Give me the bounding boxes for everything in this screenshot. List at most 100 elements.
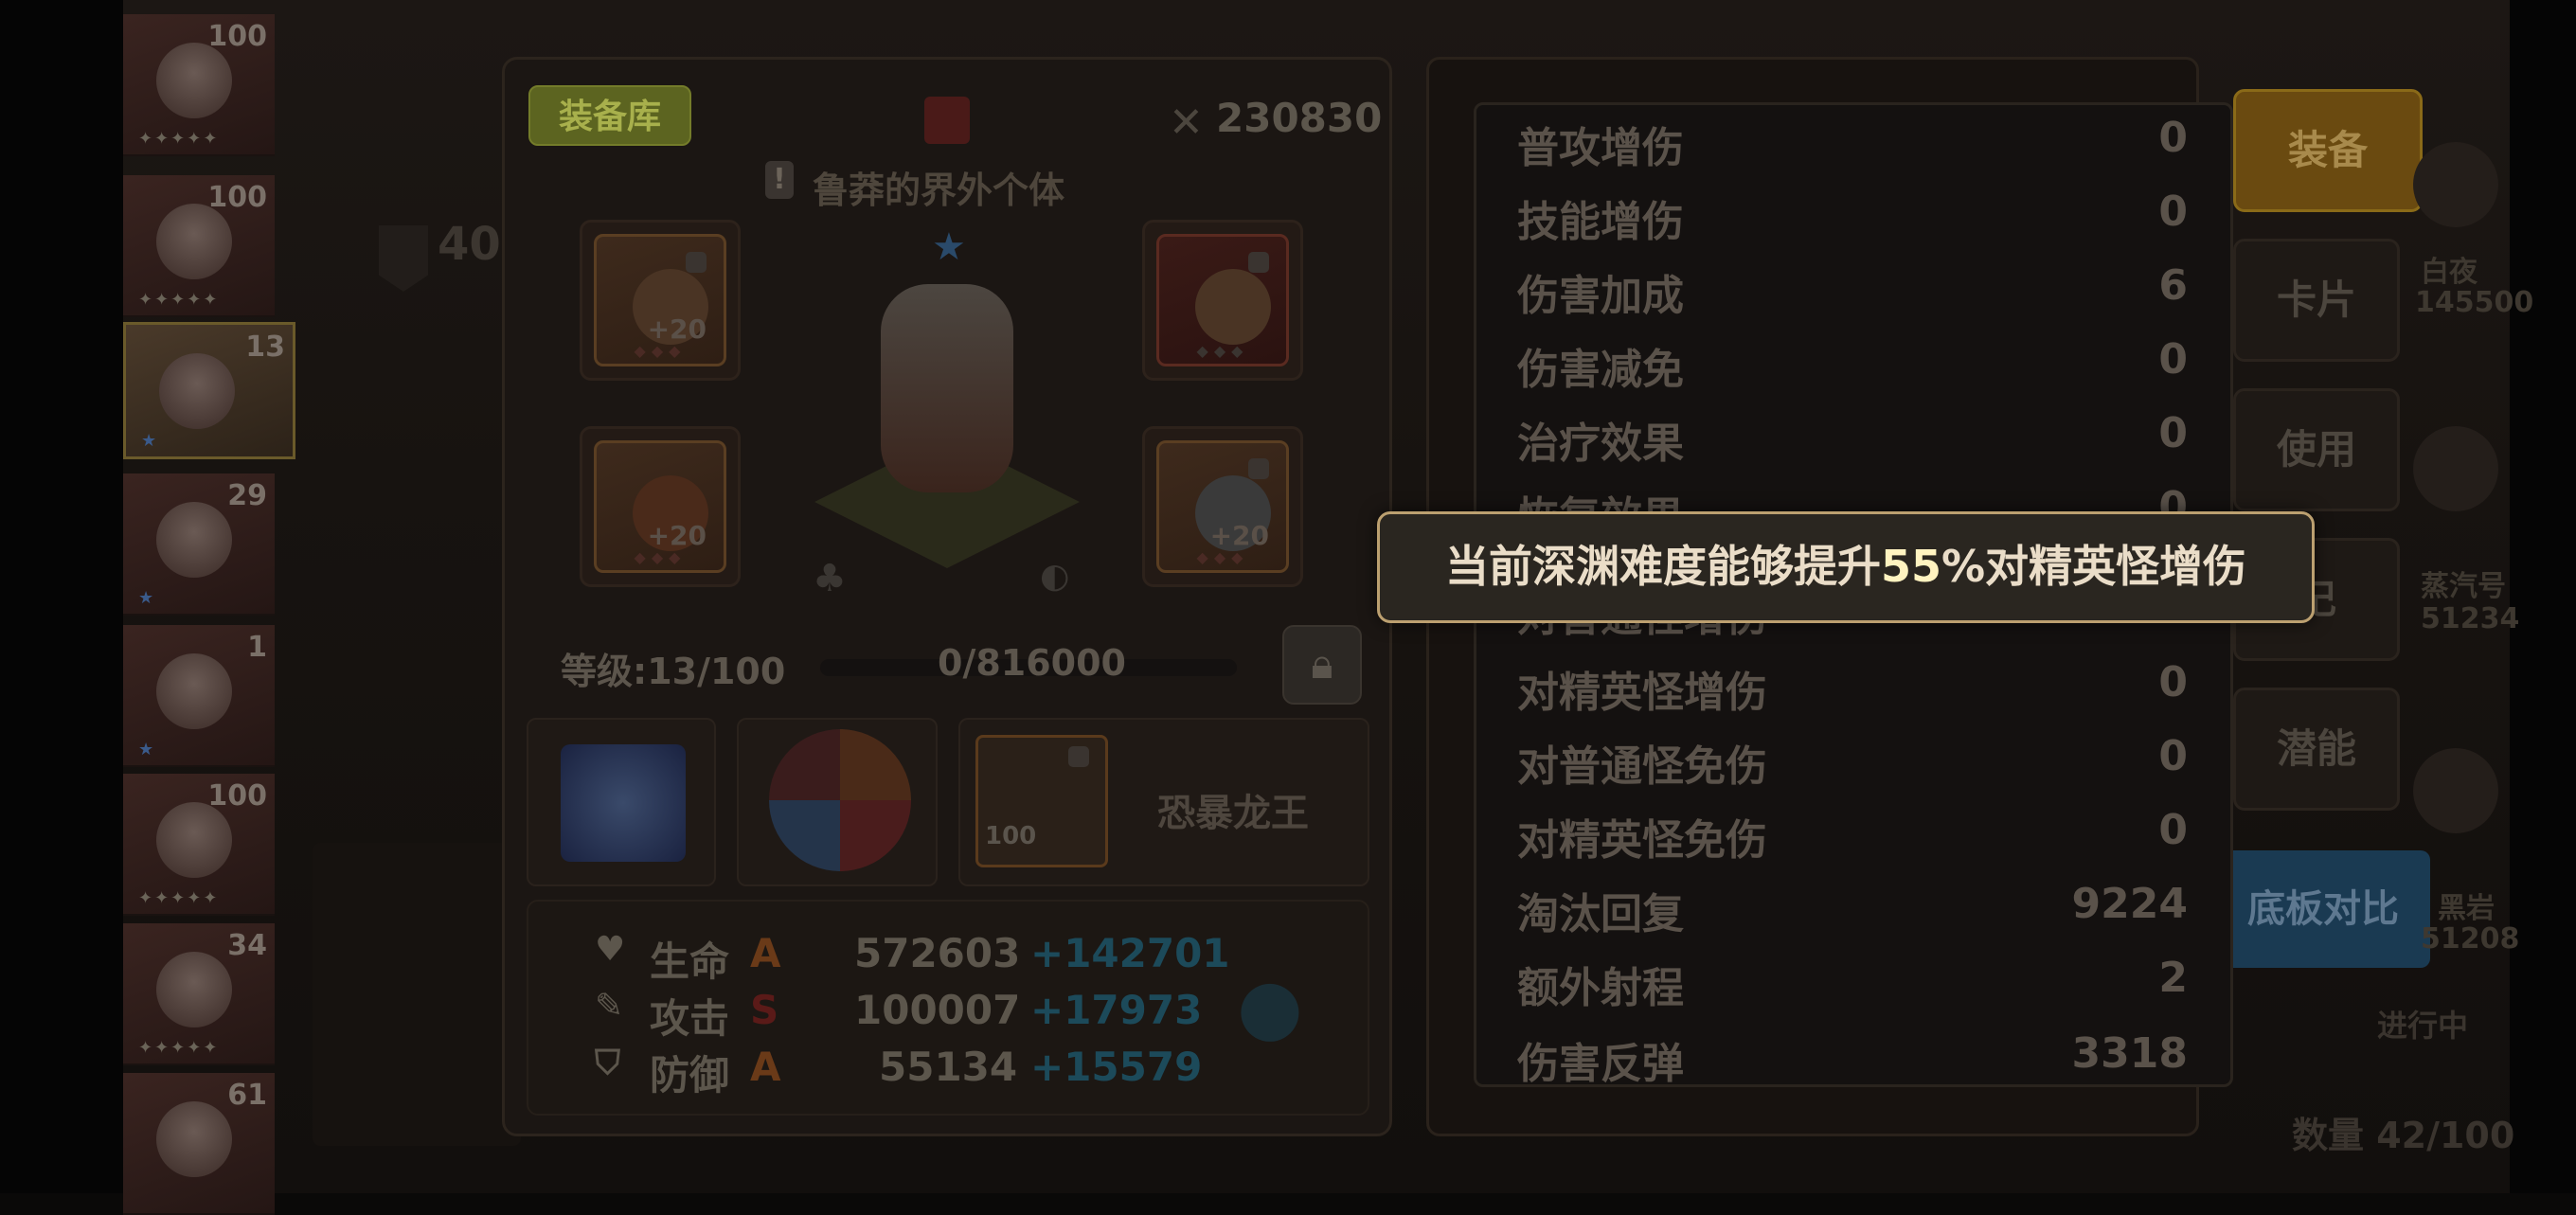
hero-slot[interactable]: 1 ★ xyxy=(123,625,275,767)
avatar[interactable] xyxy=(2413,426,2498,511)
hero-model[interactable] xyxy=(881,284,1013,492)
tooltip-suffix: %对精英怪增伤 xyxy=(1941,541,2247,592)
hero-slot[interactable]: 61 xyxy=(123,1073,275,1215)
attribute-label: 额外射程 xyxy=(1517,964,1684,1012)
card-level: 100 xyxy=(985,822,1037,850)
hero-slot[interactable]: 100 ✦✦✦✦✦ xyxy=(123,175,275,317)
tab-card[interactable]: 卡片 xyxy=(2233,239,2400,362)
right-item-name: 白夜 xyxy=(2421,256,2478,289)
star-icon: ★ xyxy=(932,225,966,269)
rank-number: 40 xyxy=(438,218,501,271)
ring-icon xyxy=(1195,269,1271,345)
stat-grade: A xyxy=(750,930,781,976)
attribute-value: 0 xyxy=(2158,732,2188,780)
hero-slot[interactable]: 100 ✦✦✦✦✦ xyxy=(123,14,275,156)
element-wheel-icon xyxy=(769,729,911,871)
rank-badge-icon[interactable]: ♣ xyxy=(813,557,847,600)
attribute-row: 治疗效果 0 xyxy=(1517,409,2188,468)
stat-bonus: +142701 xyxy=(1030,930,1230,976)
hero-level: 61 xyxy=(227,1079,267,1112)
attribute-value: 2 xyxy=(2158,954,2188,1002)
lock-icon xyxy=(1068,746,1089,767)
hero-slot[interactable]: 100 ✦✦✦✦✦ xyxy=(123,774,275,916)
tab-equipment[interactable]: 装备 xyxy=(2233,89,2423,212)
gear-plus-level: +20 xyxy=(647,313,707,345)
hero-level: 1 xyxy=(247,631,267,664)
count-text: 数量 42/100 xyxy=(2292,1115,2515,1156)
attribute-row: 对精英怪免伤 0 xyxy=(1517,806,2188,865)
hero-portrait xyxy=(156,43,232,118)
camera-icon[interactable]: ◐ xyxy=(1040,557,1069,596)
lock-icon xyxy=(686,252,707,273)
attribute-label: 对精英怪免伤 xyxy=(1517,816,1767,865)
hero-slot-selected[interactable]: 13 ★ xyxy=(123,322,295,459)
armory-button[interactable]: 装备库 xyxy=(528,85,691,146)
stat-grade: A xyxy=(750,1044,781,1090)
exp-text: 0/816000 xyxy=(938,642,1126,684)
attribute-value: 0 xyxy=(2158,409,2188,457)
attribute-value: 0 xyxy=(2158,483,2188,513)
attribute-row: 伤害加成 6 xyxy=(1517,261,2188,320)
paw-icon[interactable]: ● xyxy=(1237,962,1303,1050)
stat-value: 55134 xyxy=(879,1044,1018,1090)
gear-frame: +20 ◆◆◆ xyxy=(594,440,726,573)
stat-label: 生命 xyxy=(650,938,730,985)
attribute-label: 对普通怪免伤 xyxy=(1517,742,1767,791)
attribute-row: 普攻增伤 0 xyxy=(1517,114,2188,172)
hero-slot[interactable]: 34 ✦✦✦✦✦ xyxy=(123,923,275,1065)
attribute-label: 恢复效果 xyxy=(1517,483,1684,513)
skill-gem-icon xyxy=(561,744,686,862)
letterbox-right xyxy=(2510,0,2576,1193)
gear-frame: +20 ◆◆◆ xyxy=(594,234,726,366)
gear-rarity-dots: ◆◆◆ xyxy=(1196,342,1249,360)
hero-stars: ★ xyxy=(138,740,156,759)
hero-slot[interactable]: 29 ★ xyxy=(123,473,275,616)
attribute-value: 0 xyxy=(2158,806,2188,854)
hero-roster[interactable]: 100 ✦✦✦✦✦ 100 ✦✦✦✦✦ 13 ★ 29 ★ 1 ★ 100 ✦✦… xyxy=(123,14,295,1215)
compare-button[interactable]: 底板对比 xyxy=(2216,850,2430,968)
stat-bonus: +17973 xyxy=(1030,987,1203,1033)
attribute-label: 淘汰回复 xyxy=(1517,890,1684,938)
attribute-row: 技能增伤 0 xyxy=(1517,188,2188,246)
hero-stars: ✦✦✦✦✦ xyxy=(138,888,220,908)
tab-potential[interactable]: 潜能 xyxy=(2233,688,2400,811)
attribute-value: 0 xyxy=(2158,658,2188,706)
gear-slot-necklace[interactable]: +20 ◆◆◆ xyxy=(1142,426,1303,587)
hero-portrait xyxy=(156,952,232,1027)
lock-icon xyxy=(1248,458,1269,479)
shield-icon: ⛉ xyxy=(595,1044,621,1082)
hero-stars: ✦✦✦✦✦ xyxy=(138,1038,220,1058)
right-item-name: 蒸汽号 xyxy=(2421,570,2506,603)
attribute-label: 伤害反弹 xyxy=(1517,1040,1684,1088)
attribute-value: 6 xyxy=(2158,261,2188,310)
attribute-label: 伤害加成 xyxy=(1517,272,1684,320)
sword-icon: ✎ xyxy=(595,987,624,1026)
attribute-value: 0 xyxy=(2158,114,2188,162)
avatar[interactable] xyxy=(2413,748,2498,833)
gear-slot-armor[interactable]: +20 ◆◆◆ xyxy=(580,426,741,587)
attribute-row: 淘汰回复 9224 xyxy=(1517,880,2188,938)
attribute-row: 对精英怪增伤 0 xyxy=(1517,658,2188,717)
avatar[interactable] xyxy=(2413,142,2498,227)
hero-level: 100 xyxy=(207,779,267,813)
right-item-power: 51208 xyxy=(2421,922,2520,956)
stat-label: 防御 xyxy=(650,1052,730,1099)
gear-rarity-dots: ◆◆◆ xyxy=(634,342,687,360)
gear-plus-level: +20 xyxy=(1209,520,1269,551)
gear-slot-ring[interactable]: ◆◆◆ xyxy=(1142,220,1303,381)
attribute-row: 伤害减免 0 xyxy=(1517,335,2188,394)
gear-plus-level: +20 xyxy=(647,520,707,551)
tab-use[interactable]: 使用 xyxy=(2233,388,2400,511)
attribute-row: 额外射程 2 xyxy=(1517,954,2188,1012)
stat-value: 572603 xyxy=(854,930,1021,976)
hero-level: 100 xyxy=(207,181,267,214)
card-name: 恐暴龙王 xyxy=(1157,792,1309,835)
hero-portrait xyxy=(156,204,232,279)
progress-label: 进行中 xyxy=(2377,1008,2469,1044)
warning-icon: ! xyxy=(765,161,794,199)
hero-level: 29 xyxy=(227,479,267,512)
gear-slot-bow[interactable]: +20 ◆◆◆ xyxy=(580,220,741,381)
right-item-power: 51234 xyxy=(2421,602,2520,635)
lock-button[interactable]: 🔒︎ xyxy=(1282,625,1362,705)
right-item-name: 黑岩 xyxy=(2438,892,2495,925)
